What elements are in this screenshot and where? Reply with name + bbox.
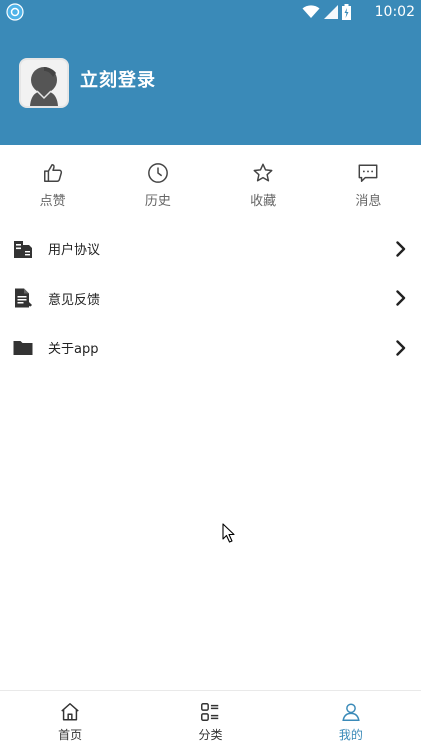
login-link[interactable]: 立刻登录	[80, 68, 156, 94]
user-icon	[342, 703, 360, 721]
folder-icon	[13, 340, 33, 355]
feedback-icon	[15, 288, 32, 308]
home-icon	[61, 703, 79, 721]
chevron-right-icon	[396, 340, 406, 356]
menu-item-label: 用户协议	[48, 243, 101, 259]
profile-header: 立刻登录	[0, 24, 421, 145]
quick-action-history[interactable]: 历史	[105, 145, 210, 217]
star-icon	[253, 163, 273, 182]
clock: 10:02	[374, 4, 415, 20]
quick-action-like[interactable]: 点赞	[0, 145, 105, 217]
menu-item-about[interactable]: 关于app	[0, 323, 421, 373]
battery-icon	[342, 4, 351, 20]
mouse-cursor-icon	[222, 523, 235, 543]
menu-item-label: 关于app	[48, 342, 99, 358]
menu-item-user-agreement[interactable]: 用户协议	[0, 224, 421, 274]
status-bar: 10:02	[0, 0, 421, 24]
tab-label: 首页	[58, 728, 83, 742]
tab-category[interactable]: 分类	[140, 691, 280, 750]
app-notification-icon	[6, 3, 24, 21]
message-icon	[358, 164, 378, 182]
thumbs-up-icon	[43, 164, 62, 182]
quick-action-messages[interactable]: 消息	[316, 145, 421, 217]
quick-actions: 点赞 历史 收藏 消息	[0, 145, 421, 217]
quick-action-favorites[interactable]: 收藏	[211, 145, 316, 217]
clock-icon	[147, 163, 168, 183]
menu-item-feedback[interactable]: 意见反馈	[0, 274, 421, 324]
avatar[interactable]	[19, 58, 69, 108]
quick-action-label: 点赞	[39, 194, 66, 209]
tab-mine[interactable]: 我的	[281, 691, 421, 750]
wifi-icon	[302, 5, 320, 18]
quick-action-label: 收藏	[250, 194, 277, 209]
document-icon	[14, 240, 32, 258]
chevron-right-icon	[396, 241, 406, 257]
bottom-tab-bar: 首页 分类 我的	[0, 690, 421, 750]
tab-home[interactable]: 首页	[0, 691, 140, 750]
tab-label: 分类	[198, 728, 223, 742]
tab-label: 我的	[338, 728, 363, 742]
quick-action-label: 消息	[355, 194, 382, 209]
chevron-right-icon	[396, 290, 406, 306]
default-avatar-icon	[30, 67, 58, 106]
system-icons	[302, 4, 351, 20]
menu-item-label: 意见反馈	[48, 292, 101, 308]
signal-icon	[324, 5, 338, 19]
quick-action-label: 历史	[144, 194, 171, 209]
category-icon	[201, 703, 219, 721]
settings-menu: 用户协议 意见反馈 关于app	[0, 224, 421, 373]
